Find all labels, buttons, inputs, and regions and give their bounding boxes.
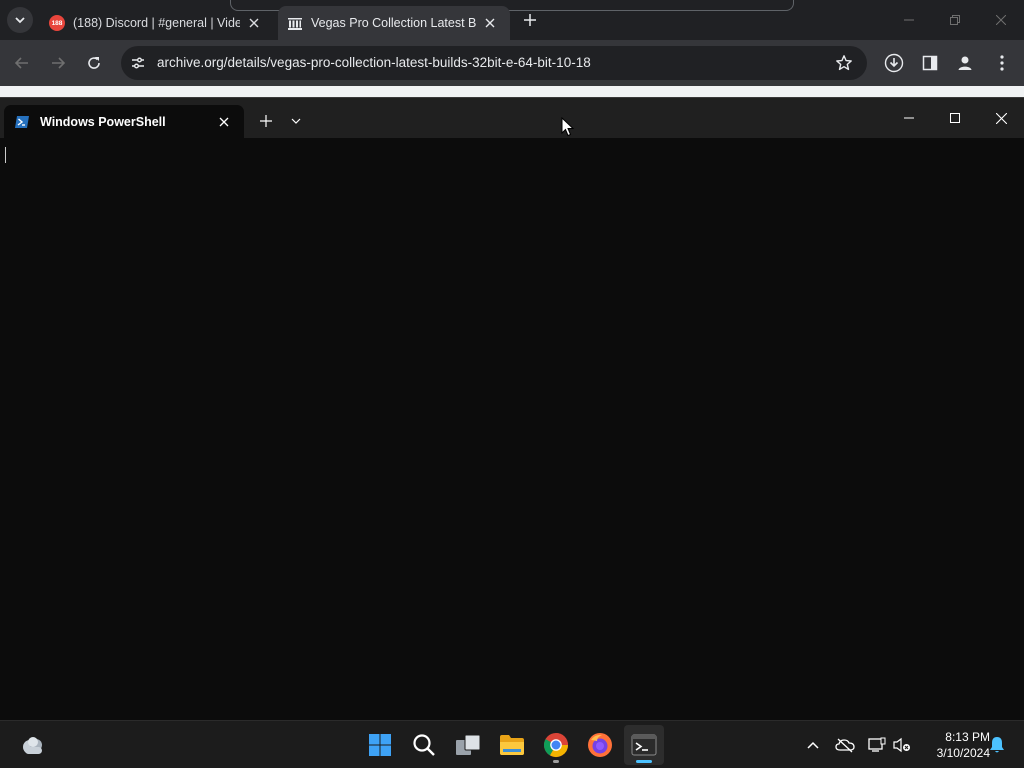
running-indicator xyxy=(553,760,559,763)
chrome-tab-discord[interactable]: 188 (188) Discord | #general | Video xyxy=(40,6,274,40)
close-tab-button[interactable] xyxy=(216,114,232,130)
chrome-taskbar-button[interactable] xyxy=(536,725,576,765)
search-icon xyxy=(413,734,435,756)
plus-icon xyxy=(524,14,536,26)
side-panel-icon xyxy=(922,55,938,71)
site-info-icon[interactable] xyxy=(129,54,147,72)
terminal-close-button[interactable] xyxy=(978,102,1024,134)
tab-title: (188) Discord | #general | Video xyxy=(73,16,240,30)
notification-center-button[interactable] xyxy=(985,733,1009,757)
windows-logo-icon xyxy=(369,734,391,756)
archive-org-favicon-icon xyxy=(287,15,303,31)
terminal-window: Windows PowerShell xyxy=(0,97,1024,721)
reload-icon xyxy=(88,57,100,69)
terminal-tab-title: Windows PowerShell xyxy=(40,114,166,129)
volume-muted-icon xyxy=(893,737,910,753)
clock-time: 8:13 PM xyxy=(945,730,990,744)
terminal-minimize-button[interactable] xyxy=(886,102,932,134)
tab-search-button[interactable] xyxy=(7,7,33,33)
tab-title: Vegas Pro Collection Latest Builds xyxy=(311,16,476,30)
chrome-window: 188 (188) Discord | #general | Video Veg… xyxy=(0,0,1024,100)
close-icon xyxy=(995,112,1007,124)
arrow-right-icon xyxy=(52,57,66,69)
terminal-tab-powershell[interactable]: Windows PowerShell xyxy=(4,105,244,138)
terminal-icon xyxy=(631,734,657,756)
file-explorer-button[interactable] xyxy=(492,725,532,765)
volume-tray-button[interactable] xyxy=(890,733,914,757)
minimize-icon xyxy=(904,19,914,21)
reload-button[interactable] xyxy=(82,51,106,75)
bookmark-star-icon[interactable] xyxy=(835,54,853,72)
forward-button[interactable] xyxy=(46,51,70,75)
arrow-left-icon xyxy=(14,57,28,69)
firefox-taskbar-button[interactable] xyxy=(580,725,620,765)
close-icon xyxy=(249,18,259,28)
terminal-maximize-button[interactable] xyxy=(932,102,978,134)
clock-date: 3/10/2024 xyxy=(936,746,990,760)
profile-button[interactable] xyxy=(953,51,977,75)
weather-widget-icon[interactable] xyxy=(20,733,46,757)
folder-icon xyxy=(500,735,524,755)
chevron-up-icon xyxy=(807,741,819,749)
task-view-icon xyxy=(456,734,481,755)
taskbar: 8:13 PM 3/10/2024 xyxy=(0,720,1024,768)
powershell-icon xyxy=(14,114,30,130)
discord-favicon-icon: 188 xyxy=(49,15,65,31)
search-button[interactable] xyxy=(404,725,444,765)
address-bar[interactable]: archive.org/details/vegas-pro-collection… xyxy=(121,46,867,80)
terminal-console[interactable] xyxy=(0,138,1024,721)
chrome-tab-archive[interactable]: Vegas Pro Collection Latest Builds xyxy=(278,6,510,40)
network-icon xyxy=(868,737,886,752)
chrome-menu-button[interactable] xyxy=(990,51,1014,75)
chrome-minimize-button[interactable] xyxy=(886,6,932,34)
user-avatar-icon xyxy=(958,56,972,70)
more-vertical-icon xyxy=(1000,55,1004,71)
bell-icon xyxy=(990,737,1004,753)
text-cursor xyxy=(5,147,6,163)
network-tray-button[interactable] xyxy=(865,733,889,757)
chevron-down-icon xyxy=(291,118,301,124)
terminal-title-bar[interactable]: Windows PowerShell xyxy=(0,98,1024,138)
cloud-offline-icon xyxy=(835,738,855,753)
firefox-icon xyxy=(588,733,612,757)
chevron-down-icon xyxy=(15,17,25,24)
chrome-close-button[interactable] xyxy=(978,6,1024,34)
close-icon xyxy=(219,117,229,126)
notification-badge: 188 xyxy=(51,19,63,27)
show-hidden-icons-button[interactable] xyxy=(801,733,825,757)
new-tab-button[interactable] xyxy=(518,9,542,31)
task-view-button[interactable] xyxy=(448,725,488,765)
start-button[interactable] xyxy=(360,725,400,765)
terminal-taskbar-button[interactable] xyxy=(624,725,664,765)
terminal-new-tab-button[interactable] xyxy=(256,111,276,131)
onedrive-tray-button[interactable] xyxy=(833,733,857,757)
close-tab-button[interactable] xyxy=(482,15,498,31)
downloads-button[interactable] xyxy=(882,51,906,75)
chrome-icon xyxy=(543,733,568,758)
plus-icon xyxy=(260,115,272,127)
mouse-pointer-icon xyxy=(561,117,575,137)
close-icon xyxy=(485,18,495,28)
restore-icon xyxy=(950,15,960,25)
chrome-toolbar: archive.org/details/vegas-pro-collection… xyxy=(0,40,1024,86)
chrome-tab-strip: 188 (188) Discord | #general | Video Veg… xyxy=(0,0,1024,40)
chrome-restore-button[interactable] xyxy=(932,6,978,34)
back-button[interactable] xyxy=(10,51,34,75)
close-icon xyxy=(996,15,1006,25)
active-window-indicator xyxy=(636,760,652,763)
close-tab-button[interactable] xyxy=(246,15,262,31)
terminal-profile-dropdown[interactable] xyxy=(286,111,306,131)
minimize-icon xyxy=(904,117,914,119)
system-clock[interactable]: 8:13 PM 3/10/2024 xyxy=(918,729,990,761)
download-icon xyxy=(884,53,904,73)
url-text: archive.org/details/vegas-pro-collection… xyxy=(157,55,591,70)
side-panel-button[interactable] xyxy=(918,51,942,75)
maximize-icon xyxy=(950,113,960,123)
